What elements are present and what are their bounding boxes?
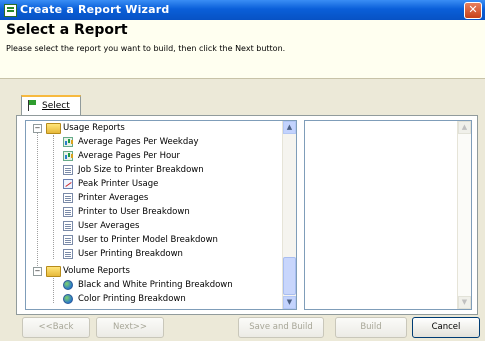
preview-scrollbar[interactable]: ▲ ▼ (457, 121, 471, 309)
pie-chart-icon (63, 294, 73, 304)
line-chart-icon (63, 179, 73, 189)
folder-icon (46, 266, 61, 277)
report-tree[interactable]: − Usage Reports Average Pages Per Weekda… (25, 120, 297, 310)
table-icon (63, 235, 73, 245)
tree-group-volume-reports[interactable]: − Volume Reports (26, 264, 284, 278)
build-button[interactable]: Build (335, 317, 407, 338)
tree-item-label: Color Printing Breakdown (78, 294, 186, 304)
title-bar[interactable]: Create a Report Wizard ✕ (0, 0, 485, 20)
tree-scrollbar[interactable]: ▲ ▼ (282, 121, 296, 309)
folder-icon (46, 123, 61, 134)
flag-icon (28, 100, 38, 111)
tree-item-label: Average Pages Per Hour (78, 151, 181, 161)
scroll-thumb[interactable] (283, 257, 296, 295)
tree-group-label: Usage Reports (63, 123, 125, 133)
tree-item-label: Job Size to Printer Breakdown (78, 165, 204, 175)
window-title: Create a Report Wizard (20, 3, 170, 16)
page-title: Select a Report (6, 22, 128, 38)
tree-item[interactable]: Printer Averages (26, 191, 284, 205)
tree-item[interactable]: User Averages (26, 219, 284, 233)
pie-chart-icon (63, 280, 73, 290)
save-and-build-button[interactable]: Save and Build (238, 317, 324, 338)
scroll-down-icon[interactable]: ▼ (283, 296, 296, 309)
tree-item-label: User Printing Breakdown (78, 249, 183, 259)
bar-chart-icon (63, 151, 73, 161)
close-button[interactable]: ✕ (464, 2, 482, 19)
report-preview-pane: ▲ ▼ (304, 120, 472, 310)
tree-item-label: Printer to User Breakdown (78, 207, 190, 217)
back-button[interactable]: <<Back (22, 317, 90, 338)
tree-item[interactable]: Black and White Printing Breakdown (26, 278, 284, 292)
tree-item[interactable]: User to Printer Model Breakdown (26, 233, 284, 247)
collapse-icon[interactable]: − (33, 124, 42, 133)
tree-item[interactable]: Average Pages Per Hour (26, 149, 284, 163)
bar-chart-icon (63, 137, 73, 147)
tab-select[interactable]: Select (21, 95, 81, 115)
scroll-up-icon[interactable]: ▲ (283, 121, 296, 134)
tree-group-label: Volume Reports (63, 266, 130, 276)
scroll-down-icon[interactable]: ▼ (458, 296, 471, 309)
tree-item[interactable]: Peak Printer Usage (26, 177, 284, 191)
tree-item[interactable]: User Printing Breakdown (26, 247, 284, 261)
collapse-icon[interactable]: − (33, 267, 42, 276)
tree-item-label: Average Pages Per Weekday (78, 137, 199, 147)
table-icon (63, 165, 73, 175)
table-icon (63, 221, 73, 231)
tree-item-label: Printer Averages (78, 193, 149, 203)
table-icon (63, 249, 73, 259)
tree-item-label: User Averages (78, 221, 140, 231)
tab-select-label: Select (42, 101, 70, 111)
scroll-up-icon[interactable]: ▲ (458, 121, 471, 134)
create-report-wizard-window: Create a Report Wizard ✕ Select a Report… (0, 0, 485, 341)
tree-item[interactable]: Job Size to Printer Breakdown (26, 163, 284, 177)
instructions-text: Please select the report you want to bui… (6, 44, 286, 53)
tree-item[interactable]: Color Printing Breakdown (26, 292, 284, 306)
tree-group-usage-reports[interactable]: − Usage Reports (26, 121, 284, 135)
wizard-header: Select a Report Please select the report… (0, 20, 485, 79)
tree-item-label: Black and White Printing Breakdown (78, 280, 233, 290)
table-icon (63, 193, 73, 203)
wizard-app-icon (4, 4, 17, 17)
next-button[interactable]: Next>> (96, 317, 164, 338)
tree-item[interactable]: Printer to User Breakdown (26, 205, 284, 219)
tree-item[interactable]: Average Pages Per Weekday (26, 135, 284, 149)
table-icon (63, 207, 73, 217)
cancel-button[interactable]: Cancel (412, 317, 480, 338)
tree-item-label: User to Printer Model Breakdown (78, 235, 218, 245)
tree-item-label: Peak Printer Usage (78, 179, 159, 189)
